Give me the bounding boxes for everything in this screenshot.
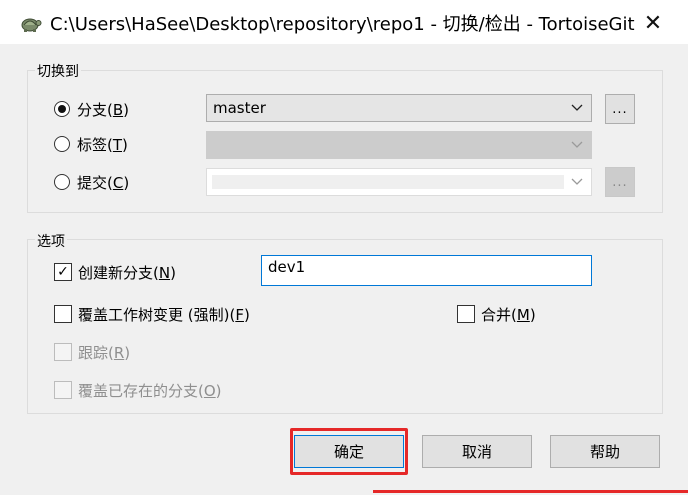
create-branch-checkbox[interactable]: ✓	[54, 263, 72, 281]
override-branch-label: 覆盖已存在的分支(O)	[78, 382, 222, 400]
close-button[interactable]: ✕	[631, 6, 675, 40]
override-branch-checkbox	[54, 381, 72, 399]
close-icon: ✕	[643, 10, 663, 36]
branch-select-value: master	[213, 99, 266, 117]
branch-select[interactable]: master	[206, 94, 592, 122]
track-label: 跟踪(R)	[78, 344, 131, 362]
new-branch-name-input[interactable]: dev1	[261, 255, 592, 286]
merge-checkbox[interactable]	[457, 305, 475, 323]
commit-browse-button: ...	[605, 167, 635, 197]
tag-select	[206, 131, 592, 159]
radio-selected-dot	[58, 105, 66, 113]
override-changes-checkbox[interactable]	[54, 305, 72, 323]
branch-browse-button[interactable]: ...	[605, 94, 635, 124]
options-label: 选项	[35, 231, 67, 251]
tag-label[interactable]: 标签(T)	[77, 134, 128, 155]
commit-label[interactable]: 提交(C)	[77, 172, 129, 193]
commit-select	[206, 168, 592, 196]
chevron-down-icon	[563, 169, 591, 195]
branch-radio[interactable]	[54, 101, 70, 117]
help-button[interactable]: 帮助	[550, 435, 660, 468]
chevron-down-icon	[563, 95, 591, 121]
create-branch-label[interactable]: 创建新分支(N)	[78, 262, 176, 283]
override-changes-label[interactable]: 覆盖工作树变更 (强制)(F)	[78, 304, 250, 325]
ok-button-highlight	[290, 428, 408, 475]
bottom-red-strip	[373, 490, 688, 493]
branch-label[interactable]: 分支(B)	[77, 99, 129, 120]
merge-label[interactable]: 合并(M)	[481, 304, 536, 325]
commit-radio[interactable]	[54, 174, 70, 190]
track-checkbox	[54, 343, 72, 361]
check-icon: ✓	[57, 264, 69, 280]
switch-to-label: 切换到	[35, 61, 81, 81]
commit-input-fill	[212, 175, 564, 189]
cancel-button[interactable]: 取消	[422, 435, 532, 468]
window-title: C:\Users\HaSee\Desktop\repository\repo1 …	[50, 14, 635, 35]
tortoisegit-icon	[21, 18, 42, 32]
tag-radio[interactable]	[54, 136, 70, 152]
chevron-down-icon	[563, 132, 591, 158]
